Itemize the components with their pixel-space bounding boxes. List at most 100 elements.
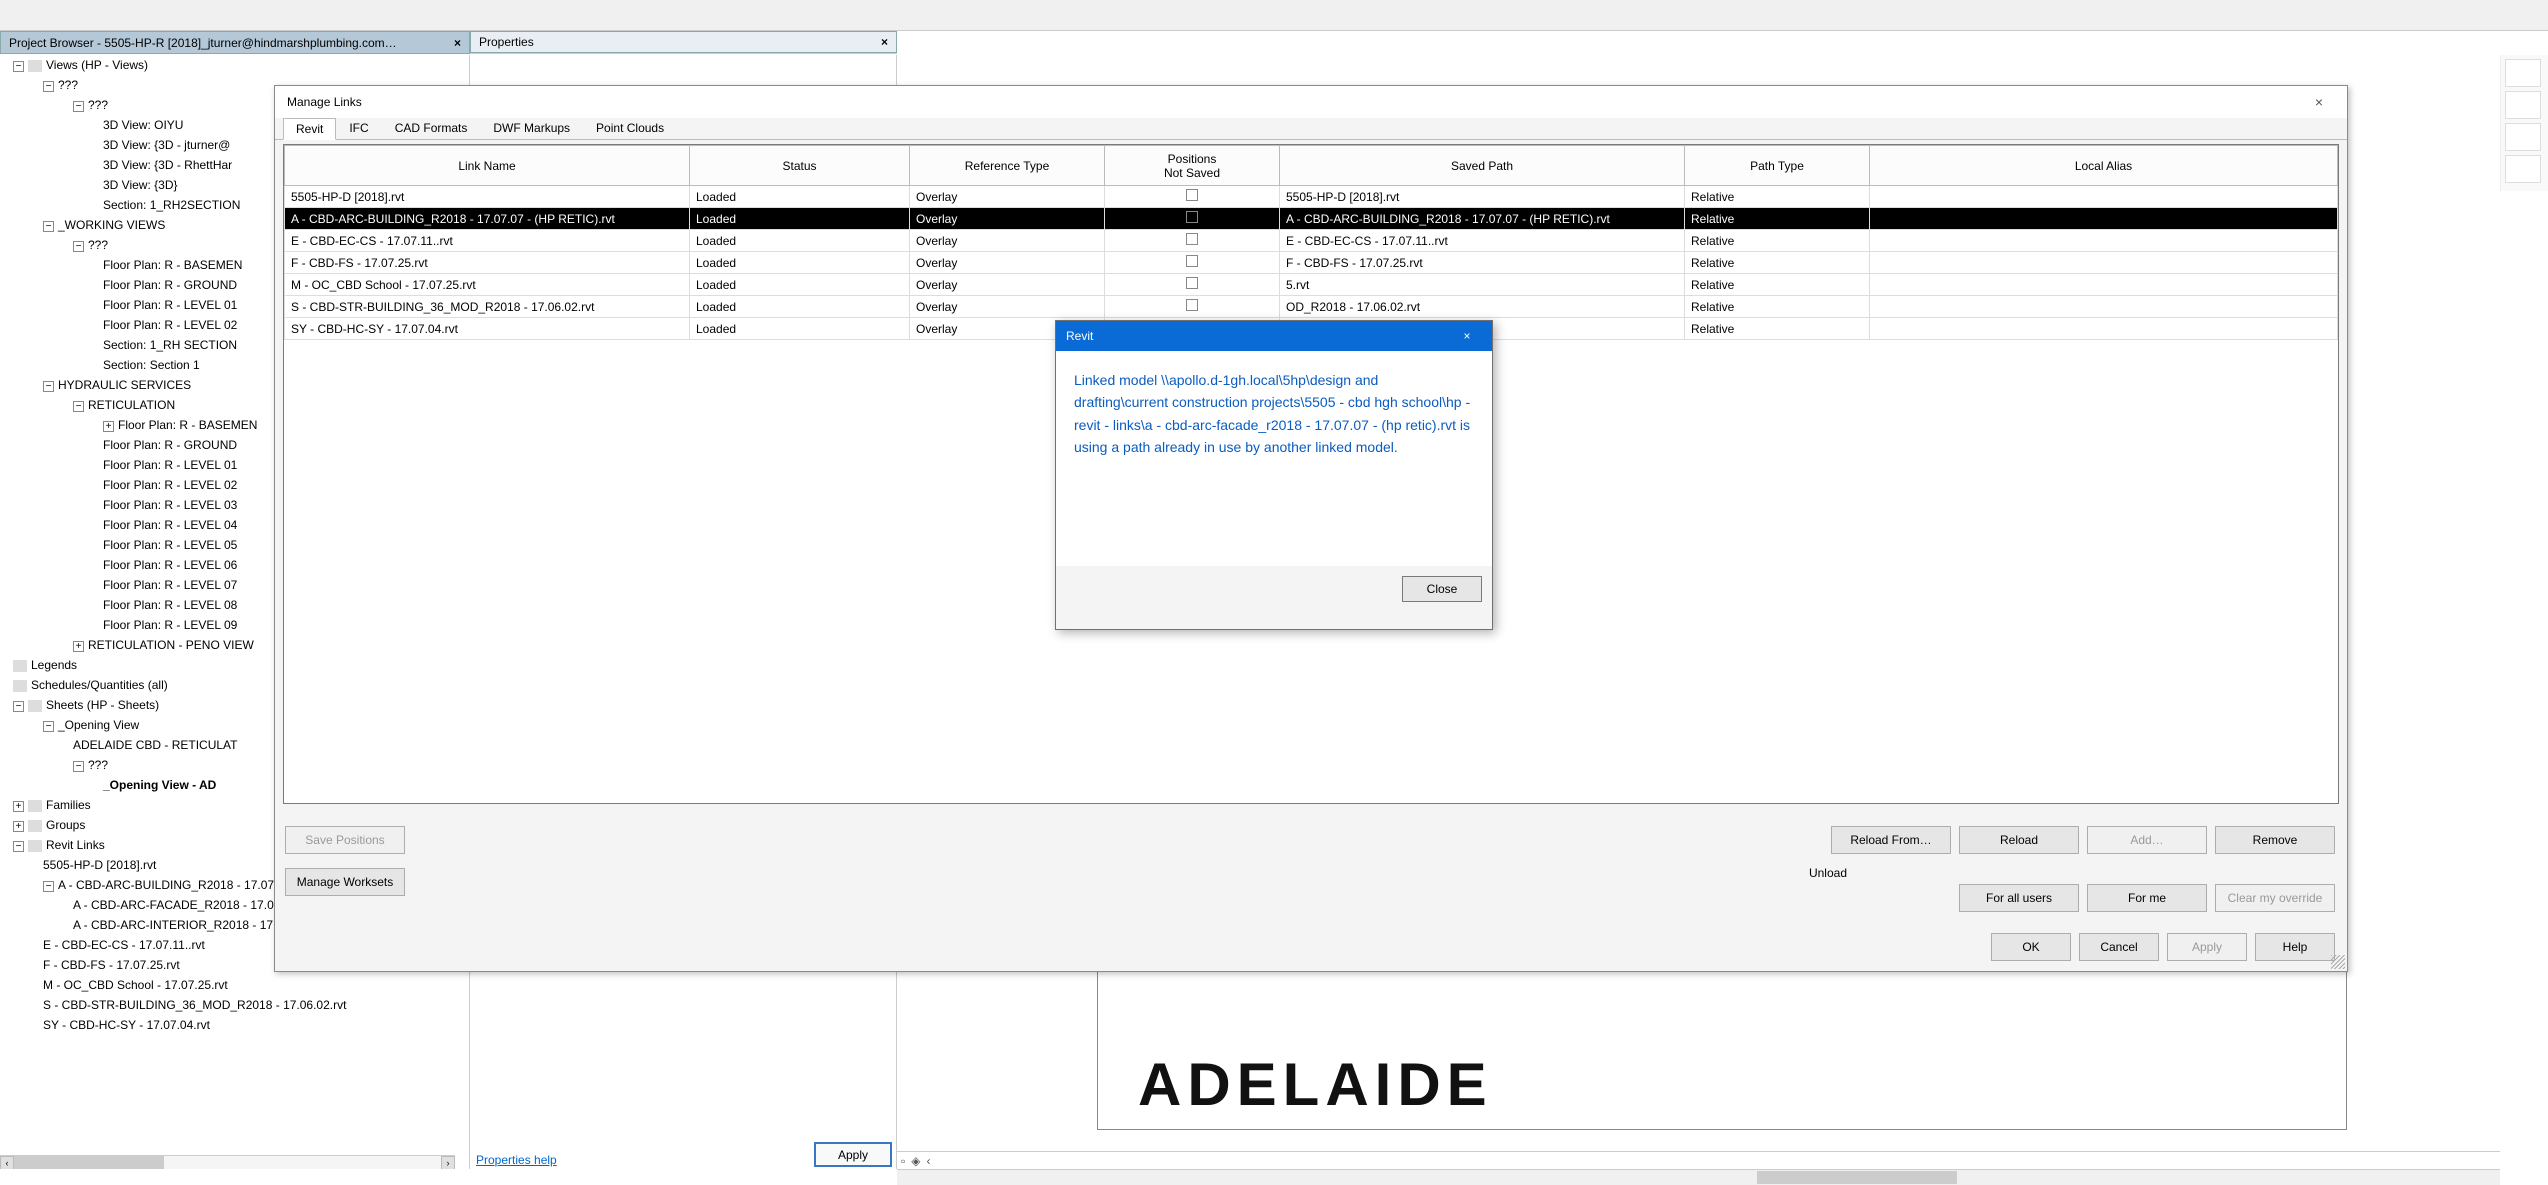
tree-item[interactable]: Groups — [46, 818, 85, 832]
expand-icon[interactable]: − — [73, 101, 84, 112]
nav-wheel-icon[interactable] — [2505, 59, 2541, 87]
tree-item[interactable]: Sheets (HP - Sheets) — [46, 698, 159, 712]
tab-revit[interactable]: Revit — [283, 118, 336, 140]
table-row[interactable]: S - CBD-STR-BUILDING_36_MOD_R2018 - 17.0… — [285, 296, 2338, 318]
cell-path-type[interactable]: Relative — [1685, 230, 1870, 252]
cell-path-type[interactable]: Relative — [1685, 252, 1870, 274]
tab-dwf[interactable]: DWF Markups — [480, 117, 583, 139]
tree-item[interactable]: E - CBD-EC-CS - 17.07.11..rvt — [43, 938, 205, 952]
project-browser-tab[interactable]: Project Browser - 5505-HP-R [2018]_jturn… — [0, 31, 470, 54]
error-title-bar[interactable]: Revit × — [1056, 321, 1492, 351]
table-row[interactable]: E - CBD-EC-CS - 17.07.11..rvtLoadedOverl… — [285, 230, 2338, 252]
expand-icon[interactable]: + — [13, 801, 24, 812]
tree-item[interactable]: _Opening View - AD — [103, 778, 216, 792]
checkbox-icon[interactable] — [1186, 211, 1198, 223]
tree-item[interactable]: Floor Plan: R - LEVEL 06 — [103, 558, 237, 572]
cancel-button[interactable]: Cancel — [2079, 933, 2159, 961]
checkbox-icon[interactable] — [1186, 255, 1198, 267]
cell-local-alias[interactable] — [1870, 230, 2338, 252]
cell-ref-type[interactable]: Overlay — [910, 252, 1105, 274]
tree-item[interactable]: 3D View: {3D - RhettHar — [103, 158, 232, 172]
cell-ref-type[interactable]: Overlay — [910, 296, 1105, 318]
tree-item[interactable]: Floor Plan: R - GROUND — [103, 438, 237, 452]
expand-icon[interactable]: − — [43, 81, 54, 92]
close-icon[interactable]: × — [881, 35, 888, 49]
dialog-title-bar[interactable]: Manage Links × — [275, 86, 2347, 118]
unload-for-all-button[interactable]: For all users — [1959, 884, 2079, 912]
cell-ref-type[interactable]: Overlay — [910, 208, 1105, 230]
tree-item[interactable]: _WORKING VIEWS — [58, 218, 165, 232]
tree-item[interactable]: _Opening View — [58, 718, 139, 732]
status-icon[interactable]: ◈ — [911, 1154, 920, 1168]
tree-item[interactable]: Floor Plan: R - BASEMEN — [118, 418, 257, 432]
tree-item[interactable]: Floor Plan: R - LEVEL 01 — [103, 298, 237, 312]
tree-item[interactable]: Views (HP - Views) — [46, 58, 148, 72]
pan-icon[interactable] — [2505, 155, 2541, 183]
reload-from-button[interactable]: Reload From… — [1831, 826, 1951, 854]
tab-ifc[interactable]: IFC — [336, 117, 381, 139]
tree-item[interactable]: Section: Section 1 — [103, 358, 200, 372]
col-reftype[interactable]: Reference Type — [910, 146, 1105, 186]
expand-icon[interactable]: − — [13, 841, 24, 852]
cell-positions[interactable] — [1105, 252, 1280, 274]
close-icon[interactable]: × — [1452, 329, 1482, 343]
expand-icon[interactable]: − — [13, 701, 24, 712]
cell-local-alias[interactable] — [1870, 208, 2338, 230]
expand-icon[interactable]: + — [103, 421, 114, 432]
col-link-name[interactable]: Link Name — [285, 146, 690, 186]
tree-item[interactable]: SY - CBD-HC-SY - 17.07.04.rvt — [43, 1018, 210, 1032]
expand-icon[interactable]: + — [73, 641, 84, 652]
table-row[interactable]: A - CBD-ARC-BUILDING_R2018 - 17.07.07 - … — [285, 208, 2338, 230]
main-horizontal-scrollbar[interactable] — [897, 1169, 2500, 1185]
scroll-left-icon[interactable]: ‹ — [0, 1156, 14, 1169]
tree-item[interactable]: 3D View: {3D} — [103, 178, 178, 192]
error-close-button[interactable]: Close — [1402, 576, 1482, 602]
properties-tab[interactable]: Properties × — [470, 31, 897, 54]
tree-item[interactable]: Schedules/Quantities (all) — [31, 678, 168, 692]
cell-link-name[interactable]: SY - CBD-HC-SY - 17.07.04.rvt — [285, 318, 690, 340]
cell-link-name[interactable]: F - CBD-FS - 17.07.25.rvt — [285, 252, 690, 274]
cell-path-type[interactable]: Relative — [1685, 274, 1870, 296]
scroll-left-icon[interactable]: ‹ — [927, 1154, 931, 1168]
tree-item[interactable]: 3D View: OIYU — [103, 118, 183, 132]
tree-item[interactable]: Floor Plan: R - LEVEL 02 — [103, 318, 237, 332]
checkbox-icon[interactable] — [1186, 233, 1198, 245]
tree-item[interactable]: Floor Plan: R - LEVEL 02 — [103, 478, 237, 492]
tree-item[interactable]: ADELAIDE CBD - RETICULAT — [73, 738, 237, 752]
resize-grip-icon[interactable] — [2331, 955, 2345, 969]
col-path-type[interactable]: Path Type — [1685, 146, 1870, 186]
table-row[interactable]: 5505-HP-D [2018].rvtLoadedOverlay5505-HP… — [285, 186, 2338, 208]
cell-path-type[interactable]: Relative — [1685, 318, 1870, 340]
close-icon[interactable]: × — [2303, 94, 2335, 110]
zoom-icon[interactable] — [2505, 123, 2541, 151]
cell-path-type[interactable]: Relative — [1685, 186, 1870, 208]
cell-positions[interactable] — [1105, 186, 1280, 208]
scroll-thumb[interactable] — [14, 1156, 164, 1169]
properties-apply-button[interactable]: Apply — [814, 1142, 892, 1167]
cell-link-name[interactable]: 5505-HP-D [2018].rvt — [285, 186, 690, 208]
cell-positions[interactable] — [1105, 274, 1280, 296]
tree-item[interactable]: Section: 1_RH SECTION — [103, 338, 237, 352]
unload-for-me-button[interactable]: For me — [2087, 884, 2207, 912]
manage-worksets-button[interactable]: Manage Worksets — [285, 868, 405, 896]
table-row[interactable]: F - CBD-FS - 17.07.25.rvtLoadedOverlayF … — [285, 252, 2338, 274]
expand-icon[interactable]: − — [43, 721, 54, 732]
tree-item[interactable]: Floor Plan: R - LEVEL 04 — [103, 518, 237, 532]
ok-button[interactable]: OK — [1991, 933, 2071, 961]
expand-icon[interactable]: − — [73, 401, 84, 412]
tree-item[interactable]: Floor Plan: R - LEVEL 03 — [103, 498, 237, 512]
tree-item[interactable]: RETICULATION — [88, 398, 175, 412]
expand-icon[interactable]: − — [73, 241, 84, 252]
tree-item[interactable]: ??? — [88, 758, 108, 772]
tree-item[interactable]: ??? — [58, 78, 78, 92]
remove-button[interactable]: Remove — [2215, 826, 2335, 854]
properties-help-link[interactable]: Properties help — [476, 1153, 557, 1167]
scroll-thumb[interactable] — [1757, 1171, 1957, 1184]
reload-button[interactable]: Reload — [1959, 826, 2079, 854]
tree-item[interactable]: M - OC_CBD School - 17.07.25.rvt — [43, 978, 228, 992]
close-icon[interactable]: × — [454, 36, 461, 50]
status-icon[interactable]: ▫ — [901, 1154, 905, 1168]
cell-local-alias[interactable] — [1870, 318, 2338, 340]
table-row[interactable]: M - OC_CBD School - 17.07.25.rvtLoadedOv… — [285, 274, 2338, 296]
checkbox-icon[interactable] — [1186, 277, 1198, 289]
